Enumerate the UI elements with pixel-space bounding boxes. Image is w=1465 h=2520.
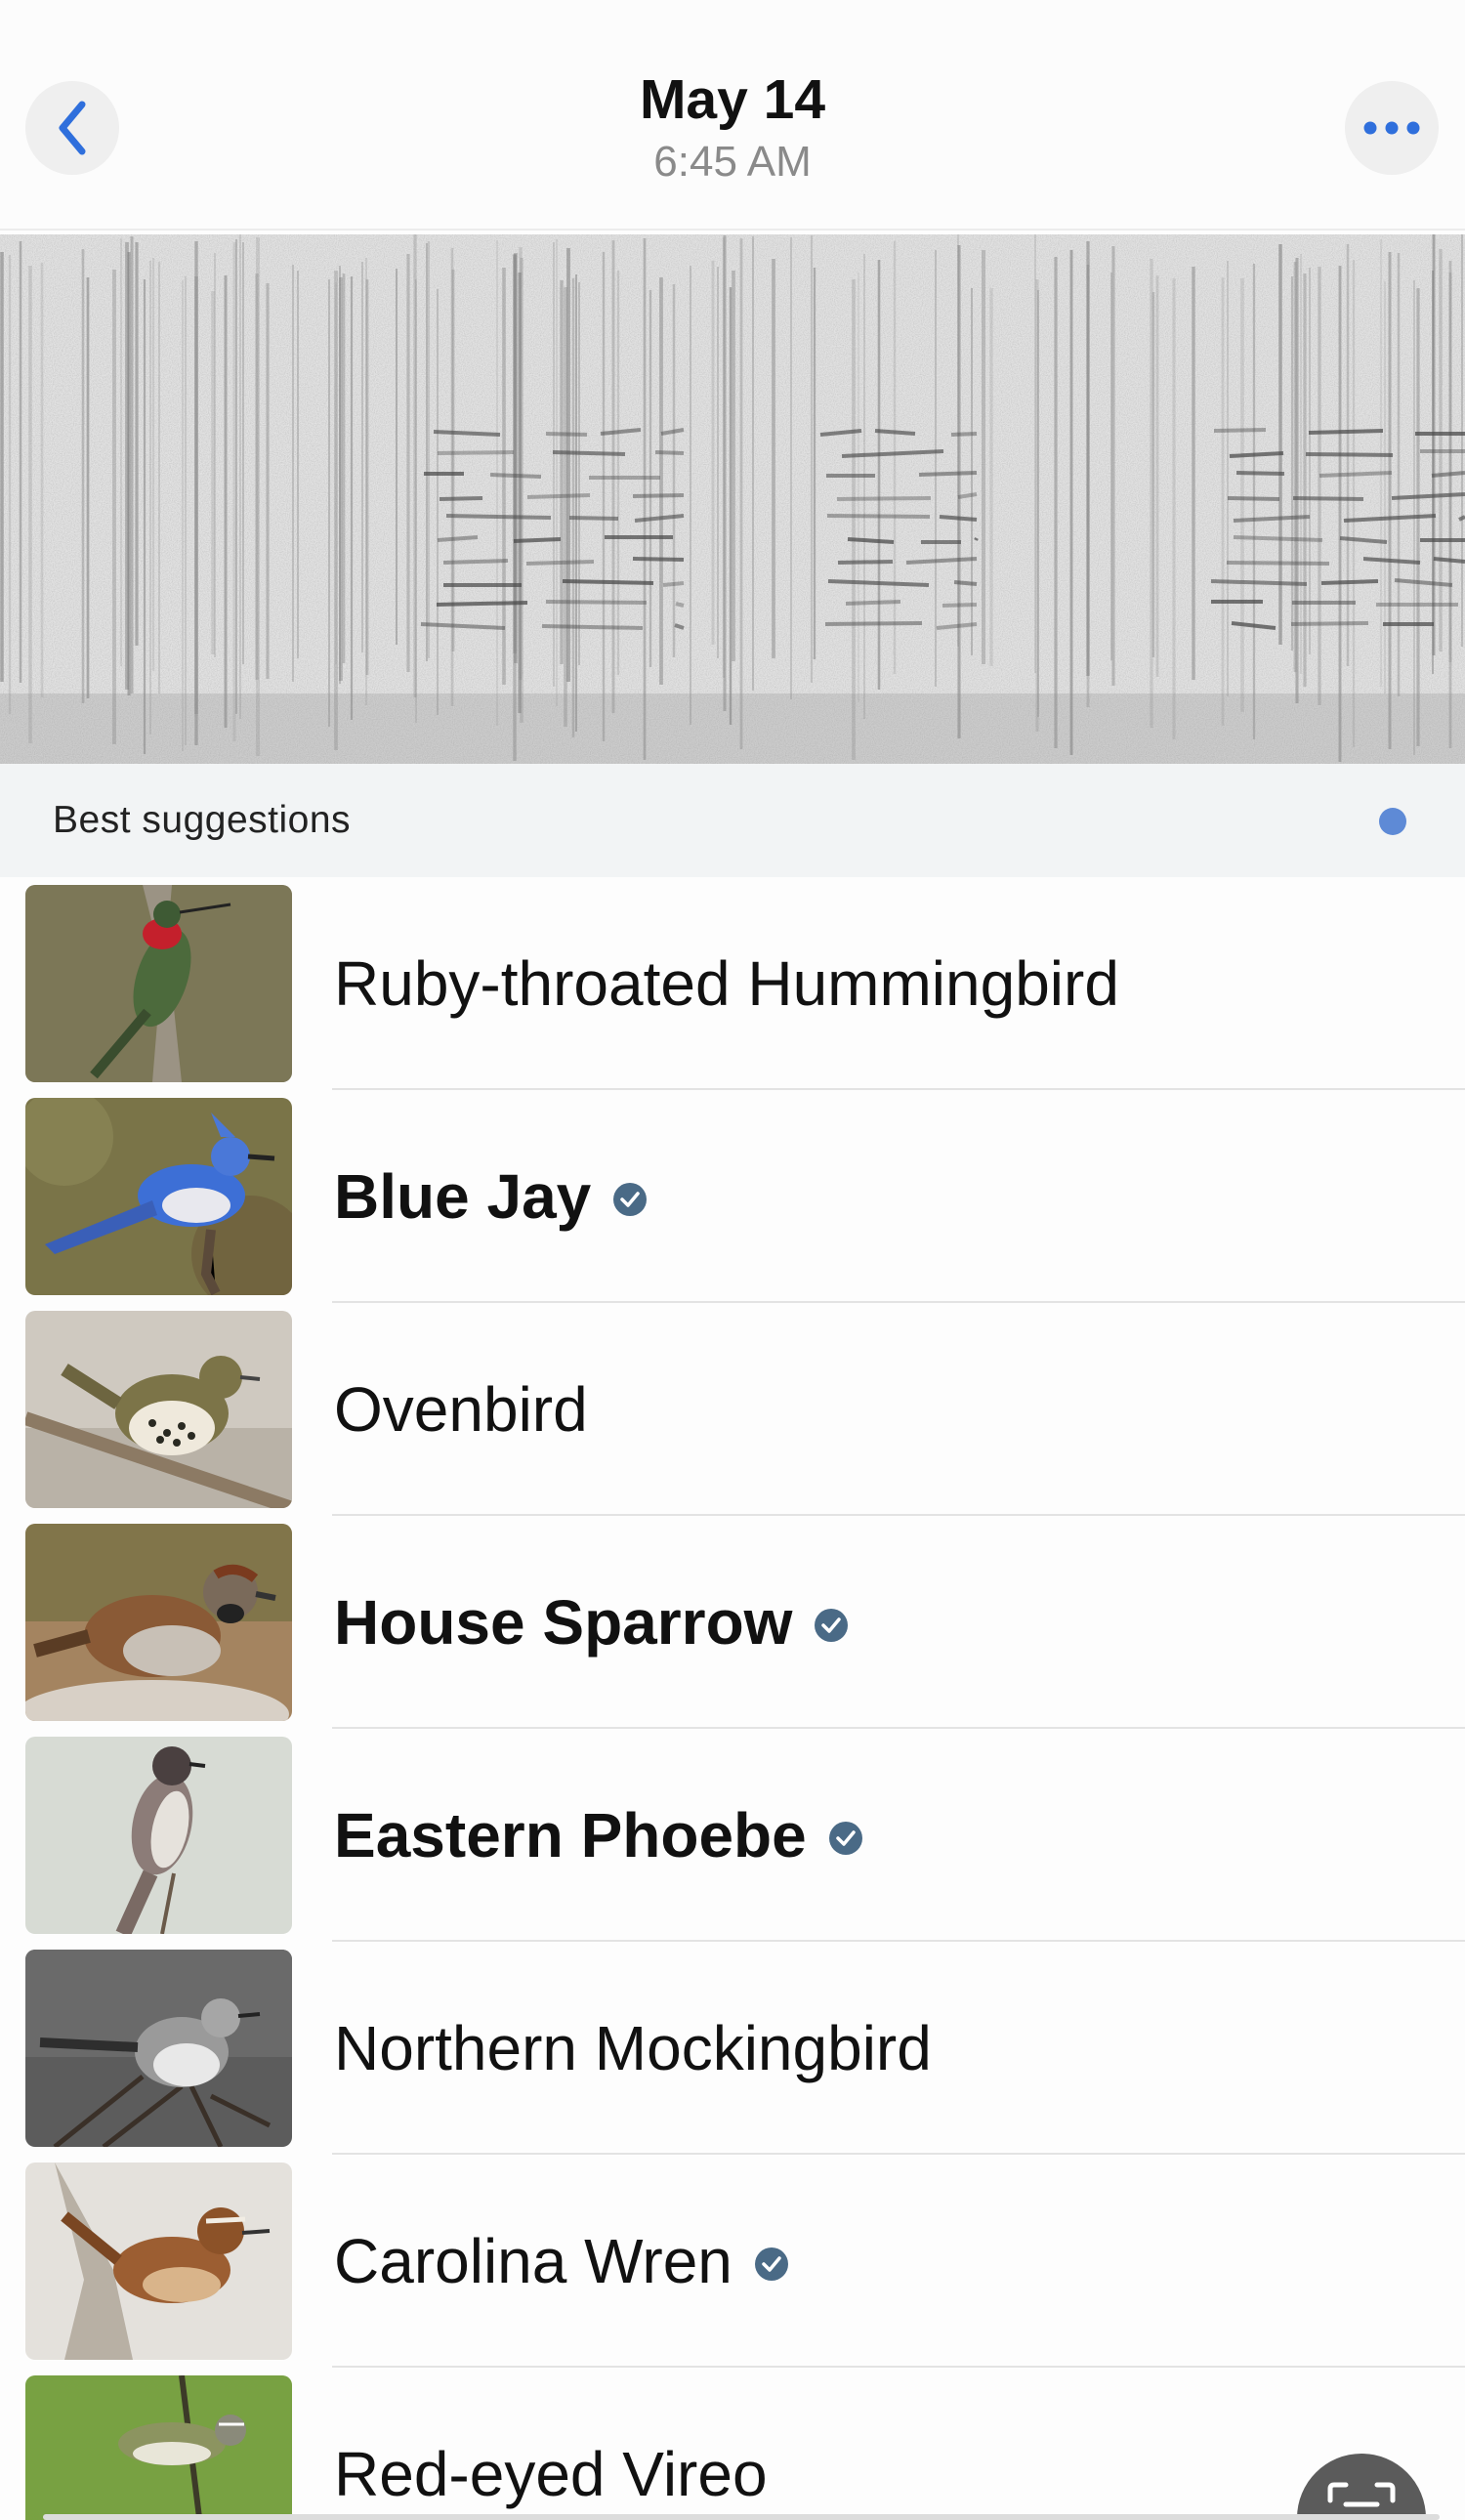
bottom-edge-bar xyxy=(43,2514,1440,2520)
species-row-ovenbird[interactable]: Ovenbird xyxy=(0,1303,1465,1516)
eastern-phoebe-photo xyxy=(25,1737,292,1934)
carolina-wren-photo xyxy=(25,2163,292,2360)
species-name: Eastern Phoebe xyxy=(334,1797,863,1873)
more-options-button[interactable] xyxy=(1345,81,1439,175)
red-eyed-vireo-photo xyxy=(25,2375,292,2520)
house-sparrow-photo xyxy=(25,1524,292,1721)
ovenbird-photo xyxy=(25,1311,292,1508)
top-bar: May 14 6:45 AM xyxy=(0,0,1465,231)
species-name: Blue Jay xyxy=(334,1158,648,1235)
recording-time: 6:45 AM xyxy=(653,138,812,186)
recording-date: May 14 xyxy=(639,68,826,131)
section-title: Best suggestions xyxy=(53,799,352,841)
species-row-eastern-phoebe[interactable]: Eastern Phoebe xyxy=(0,1729,1465,1942)
species-row-red-eyed-vireo[interactable]: Red-eyed Vireo xyxy=(0,2368,1465,2520)
ellipsis-icon xyxy=(1363,121,1420,135)
species-name: Ovenbird xyxy=(334,1374,588,1445)
blue-jay-photo xyxy=(25,1098,292,1295)
ruby-throated-hummingbird-photo xyxy=(25,885,292,1082)
verified-check-icon xyxy=(754,2247,788,2281)
species-name: Carolina Wren xyxy=(334,2223,789,2299)
species-row-ruby-throated-hummingbird[interactable]: Ruby-throated Hummingbird xyxy=(0,877,1465,1090)
species-list: Ruby-throated Hummingbird Blue Jay Ovenb… xyxy=(0,877,1465,2520)
status-indicator-dot xyxy=(1379,808,1406,835)
species-row-house-sparrow[interactable]: House Sparrow xyxy=(0,1516,1465,1729)
best-suggestions-header: Best suggestions xyxy=(0,764,1465,877)
audio-spectrogram[interactable] xyxy=(0,234,1465,764)
species-row-northern-mockingbird[interactable]: Northern Mockingbird xyxy=(0,1942,1465,2155)
verified-check-icon xyxy=(815,1609,849,1642)
species-row-blue-jay[interactable]: Blue Jay xyxy=(0,1090,1465,1303)
species-name: Red-eyed Vireo xyxy=(334,2439,768,2509)
species-name: Ruby-throated Hummingbird xyxy=(334,948,1119,1019)
species-name: House Sparrow xyxy=(334,1584,849,1660)
recording-title: May 14 6:45 AM xyxy=(0,66,1465,189)
species-row-carolina-wren[interactable]: Carolina Wren xyxy=(0,2155,1465,2368)
verified-check-icon xyxy=(828,1822,862,1855)
northern-mockingbird-photo xyxy=(25,1950,292,2147)
species-name: Northern Mockingbird xyxy=(334,2013,932,2083)
verified-check-icon xyxy=(613,1183,648,1216)
